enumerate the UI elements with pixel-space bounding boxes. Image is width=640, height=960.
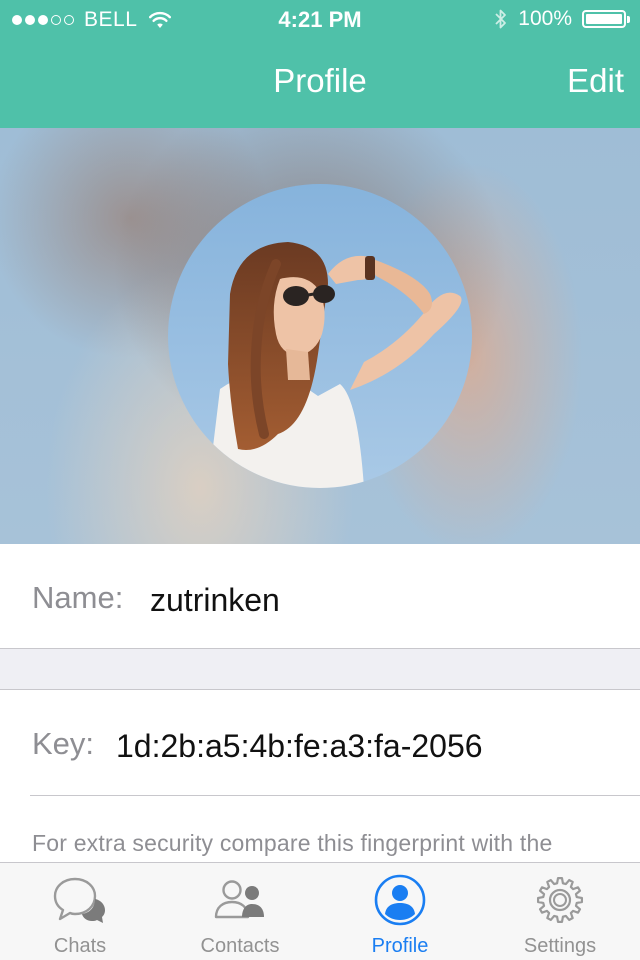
chat-bubbles-icon <box>53 877 105 923</box>
page-title: Profile <box>273 62 367 99</box>
battery-percent: 100% <box>518 7 572 30</box>
nav-bar: Profile Edit <box>0 40 640 128</box>
tab-contacts[interactable]: Contacts <box>160 863 320 960</box>
tab-label: Contacts <box>200 935 280 957</box>
avatar[interactable] <box>168 184 472 488</box>
tab-bar: Chats Contacts Profile Settings <box>0 862 640 960</box>
name-value: zutrinken <box>150 582 280 618</box>
key-value: 1d:2b:a5:4b:fe:a3:fa-2056 <box>116 728 483 764</box>
contacts-icon <box>214 880 264 919</box>
status-bar: BELL 4:21 PM 100% <box>0 0 640 40</box>
tab-chats[interactable]: Chats <box>0 863 160 960</box>
key-row[interactable]: Key: 1d:2b:a5:4b:fe:a3:fa-2056 <box>0 690 640 796</box>
divider <box>30 795 640 796</box>
tab-label: Profile <box>371 935 429 957</box>
name-row[interactable]: Name: zutrinken <box>0 544 640 649</box>
tab-label: Settings <box>523 935 597 957</box>
bluetooth-icon <box>495 9 507 29</box>
name-label: Name: <box>32 580 124 615</box>
tab-label: Chats <box>53 935 107 957</box>
profile-screen: BELL 4:21 PM 100% Profile Edit Name: zut… <box>0 0 640 960</box>
section-separator <box>0 649 640 690</box>
fingerprint-note: For extra security compare this fingerpr… <box>32 830 553 856</box>
tab-profile[interactable]: Profile <box>320 863 480 960</box>
profile-icon <box>374 874 426 926</box>
gear-icon <box>536 876 584 924</box>
profile-header <box>0 128 640 544</box>
key-label: Key: <box>32 726 95 761</box>
status-right: 100% <box>494 7 630 31</box>
tab-settings[interactable]: Settings <box>480 863 640 960</box>
edit-button[interactable]: Edit <box>567 62 624 100</box>
battery-icon <box>582 10 630 28</box>
